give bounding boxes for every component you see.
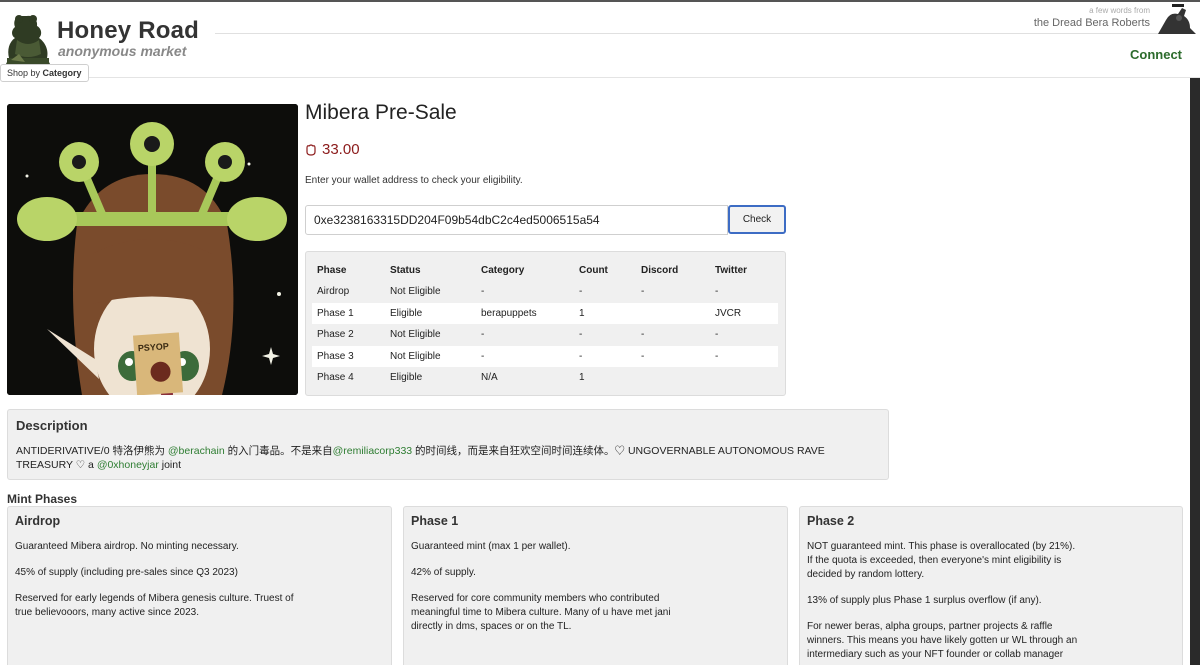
cell-phase: Phase 3	[312, 345, 385, 367]
eligibility-table: Phase Status Category Count Discord Twit…	[312, 260, 778, 389]
cell-count: -	[574, 345, 636, 367]
connect-button[interactable]: Connect	[1130, 47, 1182, 62]
bera-portrait-icon	[1158, 4, 1196, 34]
phase-card-body: NOT guaranteed mint. This phase is overa…	[807, 540, 1083, 665]
cell-status: Not Eligible	[385, 345, 476, 367]
shop-category-label: Category	[42, 68, 82, 78]
bera-logo-icon[interactable]	[3, 10, 53, 68]
brand-name[interactable]: Honey Road	[57, 17, 199, 45]
cell-category: -	[476, 345, 574, 367]
berachain-link[interactable]: @berachain	[168, 445, 225, 457]
quote-intro: a few words from	[1089, 6, 1150, 15]
cell-phase: Phase 2	[312, 324, 385, 346]
cell-discord	[636, 367, 710, 389]
phase-card-body: Guaranteed Mibera airdrop. No minting ne…	[15, 540, 295, 632]
cell-discord: -	[636, 324, 710, 346]
shop-by-category-button[interactable]: Shop by Category	[0, 64, 89, 82]
cell-discord: -	[636, 281, 710, 303]
cell-count: -	[574, 281, 636, 303]
honeyjar-link[interactable]: @0xhoneyjar	[97, 459, 159, 471]
header-divider	[215, 33, 1185, 34]
col-count: Count	[579, 265, 608, 276]
product-image: PSYOP	[7, 104, 298, 395]
cell-status: Not Eligible	[385, 324, 476, 346]
table-row: Phase 2 Not Eligible - - - -	[312, 324, 778, 346]
table-row: Phase 3 Not Eligible - - - -	[312, 345, 778, 367]
phase-paragraph: For newer beras, alpha groups, partner p…	[807, 621, 1078, 660]
col-discord: Discord	[641, 265, 679, 276]
description-title: Description	[16, 418, 88, 433]
cell-count: 1	[574, 367, 636, 389]
phase-paragraph: Guaranteed mint (max 1 per wallet).	[411, 541, 571, 552]
remiliacorp-link[interactable]: @remiliacorp333	[333, 445, 413, 457]
quote-link[interactable]: the Dread Bera Roberts	[1034, 17, 1150, 29]
cell-twitter: -	[710, 324, 778, 346]
cell-category: berapuppets	[476, 302, 574, 324]
cell-count: 1	[574, 302, 636, 324]
product-price: 33.00	[305, 141, 360, 158]
phase-paragraph: 13% of supply plus Phase 1 surplus overf…	[807, 595, 1042, 606]
phase-paragraph: Reserved for early legends of Mibera gen…	[15, 593, 294, 618]
col-phase: Phase	[317, 265, 347, 276]
col-category: Category	[481, 265, 525, 276]
brand-tagline: anonymous market	[58, 43, 187, 59]
product-title: Mibera Pre-Sale	[305, 101, 457, 124]
phase-paragraph: Guaranteed Mibera airdrop. No minting ne…	[15, 541, 239, 552]
description-text: ANTIDERIVATIVE/0 特洛伊熊为 @berachain 的入门毒品。…	[16, 444, 876, 472]
cell-category: -	[476, 324, 574, 346]
phase-paragraph: 42% of supply.	[411, 567, 476, 578]
cell-count: -	[574, 324, 636, 346]
col-twitter: Twitter	[715, 265, 748, 276]
shop-prefix: Shop by	[7, 68, 41, 78]
window-edge	[1190, 78, 1200, 665]
desc-part-1: ANTIDERIVATIVE/0 特洛伊熊为	[16, 445, 168, 457]
cell-twitter: JVCR	[710, 302, 778, 324]
cell-category: N/A	[476, 367, 574, 389]
cell-discord: -	[636, 345, 710, 367]
cell-discord	[636, 302, 710, 324]
phase-card-phase-2: Phase 2 NOT guaranteed mint. This phase …	[799, 506, 1183, 665]
mint-phases-title: Mint Phases	[7, 492, 78, 506]
cell-twitter: -	[710, 281, 778, 303]
price-value: 33.00	[322, 141, 360, 158]
col-status: Status	[390, 265, 421, 276]
wallet-address-input[interactable]	[305, 205, 728, 235]
honey-price-icon	[306, 143, 316, 156]
desc-part-4: joint	[158, 459, 182, 471]
site-header: Honey Road anonymous market a few words …	[0, 2, 1200, 78]
phase-card-phase-1: Phase 1 Guaranteed mint (max 1 per walle…	[403, 506, 788, 665]
cell-status: Not Eligible	[385, 281, 476, 303]
phase-paragraph: NOT guaranteed mint. This phase is overa…	[807, 541, 1076, 580]
phase-paragraph: 45% of supply (including pre-sales since…	[15, 567, 238, 578]
phase-card-title: Phase 2	[807, 514, 855, 528]
phase-card-title: Airdrop	[15, 514, 61, 528]
table-row: Airdrop Not Eligible - - - -	[312, 281, 778, 303]
table-row: Phase 1 Eligible berapuppets 1 JVCR	[312, 302, 778, 324]
desc-part-2: 的入门毒品。不是来自	[224, 445, 333, 457]
phase-card-title: Phase 1	[411, 514, 459, 528]
check-eligibility-button[interactable]: Check	[728, 205, 786, 234]
cell-status: Eligible	[385, 302, 476, 324]
mibera-character-illustration: PSYOP	[7, 104, 298, 395]
description-panel: Description ANTIDERIVATIVE/0 特洛伊熊为 @bera…	[7, 409, 889, 480]
eligibility-instruction: Enter your wallet address to check your …	[305, 175, 523, 186]
eligibility-table-panel: Phase Status Category Count Discord Twit…	[305, 251, 786, 396]
cell-phase: Phase 4	[312, 367, 385, 389]
cell-phase: Airdrop	[312, 281, 385, 303]
phase-paragraph: Reserved for core community members who …	[411, 593, 671, 632]
cell-twitter: -	[710, 345, 778, 367]
cell-category: -	[476, 281, 574, 303]
cell-status: Eligible	[385, 367, 476, 389]
phase-card-body: Guaranteed mint (max 1 per wallet). 42% …	[411, 540, 681, 646]
cell-phase: Phase 1	[312, 302, 385, 324]
table-header-row: Phase Status Category Count Discord Twit…	[312, 260, 778, 281]
cell-twitter	[710, 367, 778, 389]
phase-card-airdrop: Airdrop Guaranteed Mibera airdrop. No mi…	[7, 506, 392, 665]
table-row: Phase 4 Eligible N/A 1	[312, 367, 778, 389]
